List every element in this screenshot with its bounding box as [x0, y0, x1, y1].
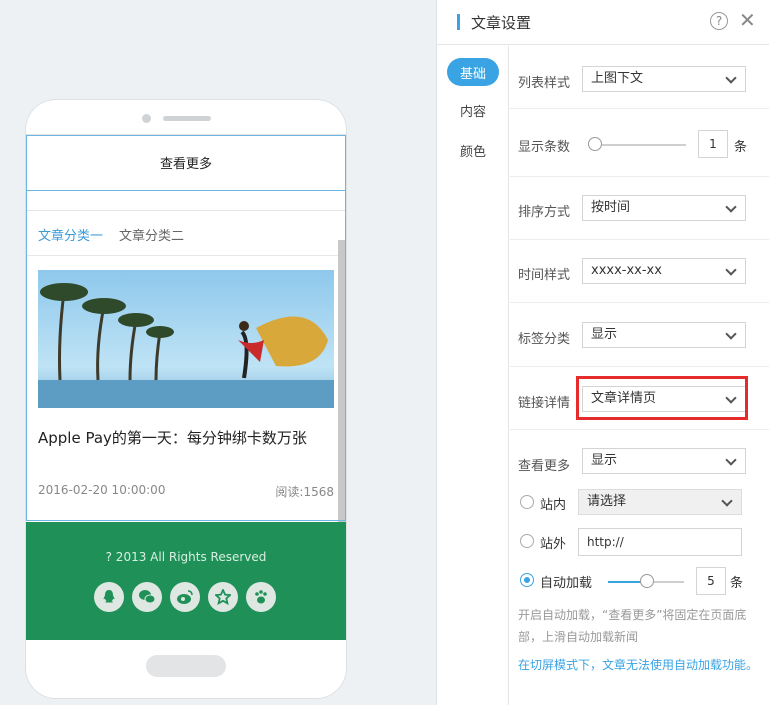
auto-load-input[interactable]: 5: [696, 567, 726, 595]
list-style-value: 上图下文: [591, 71, 644, 86]
weibo-icon[interactable]: [170, 582, 200, 612]
article-title[interactable]: Apple Pay的第一天：每分钟绑卡数万张: [38, 427, 307, 448]
chevron-down-icon: [725, 72, 737, 84]
site-in-label: 站内: [540, 498, 567, 513]
close-icon[interactable]: ✕: [739, 9, 756, 31]
site-in-radio[interactable]: [520, 495, 534, 509]
sort-value: 按时间: [591, 200, 631, 215]
site-out-label: 站外: [540, 537, 567, 552]
copyright-text: ? 2013 All Rights Reserved: [105, 550, 267, 564]
row-time-style: 时间样式 xxxx-xx-xx: [510, 240, 769, 303]
tab-basic[interactable]: 基础: [447, 58, 499, 86]
article-date: 2016-02-20 10:00:00: [38, 483, 166, 497]
tab-category-2[interactable]: 文章分类二: [119, 225, 184, 246]
site-out-radio[interactable]: [520, 534, 534, 548]
highlight-box: [576, 376, 748, 420]
home-button[interactable]: [146, 655, 226, 677]
view-more-block: 查看更多 显示 站内 请选择 站外 http:// 自动加载 5 条 开启自动加…: [510, 431, 769, 705]
sort-select[interactable]: 按时间: [582, 195, 746, 221]
view-more-button[interactable]: 查看更多: [26, 135, 346, 191]
view-more-label: 查看更多: [518, 459, 571, 474]
site-in-value: 请选择: [587, 494, 627, 509]
wechat-icon[interactable]: [132, 582, 162, 612]
star-icon[interactable]: [208, 582, 238, 612]
auto-load-label: 自动加载: [540, 576, 593, 591]
footer: ? 2013 All Rights Reserved: [26, 522, 346, 640]
article-image[interactable]: [38, 270, 334, 408]
tag-category-select[interactable]: 显示: [582, 322, 746, 348]
camera-icon: [142, 114, 151, 123]
paw-icon[interactable]: [246, 582, 276, 612]
social-icons: [94, 582, 276, 612]
row-list-style: 列表样式 上图下文: [510, 46, 769, 109]
count-unit: 条: [734, 140, 748, 155]
time-style-value: xxxx-xx-xx: [591, 263, 662, 278]
tabs-divider: [26, 255, 338, 256]
speaker-icon: [163, 116, 211, 121]
list-style-select[interactable]: 上图下文: [582, 66, 746, 92]
panel-title: 文章设置: [471, 14, 532, 32]
phone-preview: 查看更多 文章分类一 文章分类二 Apple Pay的第一天：每分钟绑卡数万张 …: [26, 100, 346, 698]
sort-label: 排序方式: [518, 205, 571, 220]
side-nav: 基础 内容 颜色: [437, 46, 509, 705]
qq-icon[interactable]: [94, 582, 124, 612]
display-count-label: 显示条数: [518, 140, 571, 155]
settings-panel: 文章设置 ? ✕ 基础 内容 颜色 列表样式 上图下文 显示条数 1 条 排序方…: [436, 0, 769, 705]
row-display-count: 显示条数 1 条: [510, 114, 769, 177]
category-tabs: 文章分类一 文章分类二: [38, 225, 184, 246]
phone-top-bezel: [26, 100, 346, 134]
tab-color[interactable]: 颜色: [447, 136, 499, 164]
link-detail-label: 链接详情: [518, 396, 571, 411]
title-accent-bar: [457, 14, 460, 30]
tag-category-value: 显示: [591, 327, 618, 342]
tag-category-label: 标签分类: [518, 332, 571, 347]
split-screen-note: 在切屏模式下，文章无法使用自动加载功能。: [518, 658, 759, 672]
beach-palm-illustration: [38, 270, 334, 408]
time-style-label: 时间样式: [518, 268, 571, 283]
tab-content[interactable]: 内容: [447, 96, 499, 124]
chevron-down-icon: [725, 264, 737, 276]
auto-load-slider-thumb[interactable]: [640, 574, 654, 588]
auto-load-unit: 条: [730, 576, 744, 591]
time-style-select[interactable]: xxxx-xx-xx: [582, 258, 746, 284]
auto-load-hint: 开启自动加载，“查看更多”将固定在页面底部，上滑自动加载新闻: [518, 608, 747, 644]
count-input[interactable]: 1: [698, 130, 728, 158]
chevron-down-icon: [725, 328, 737, 340]
article-read-count: 阅读:1568: [275, 485, 334, 499]
chevron-down-icon: [725, 201, 737, 213]
tab-category-1[interactable]: 文章分类一: [38, 225, 103, 246]
divider-band: [26, 191, 346, 211]
phone-screen: 查看更多 文章分类一 文章分类二 Apple Pay的第一天：每分钟绑卡数万张 …: [26, 134, 346, 640]
view-more-value: 显示: [591, 453, 618, 468]
auto-load-radio[interactable]: [520, 573, 534, 587]
chevron-down-icon: [725, 454, 737, 466]
site-out-url-input[interactable]: http://: [578, 528, 742, 556]
row-tag-category: 标签分类 显示: [510, 304, 769, 367]
help-icon[interactable]: ?: [710, 12, 728, 30]
list-style-label: 列表样式: [518, 76, 571, 91]
panel-header: 文章设置 ? ✕: [437, 0, 769, 45]
chevron-down-icon: [721, 495, 733, 507]
site-in-select[interactable]: 请选择: [578, 489, 742, 515]
count-slider-thumb[interactable]: [588, 137, 602, 151]
row-sort: 排序方式 按时间: [510, 177, 769, 240]
count-slider-track[interactable]: [590, 144, 686, 146]
view-more-select[interactable]: 显示: [582, 448, 746, 474]
